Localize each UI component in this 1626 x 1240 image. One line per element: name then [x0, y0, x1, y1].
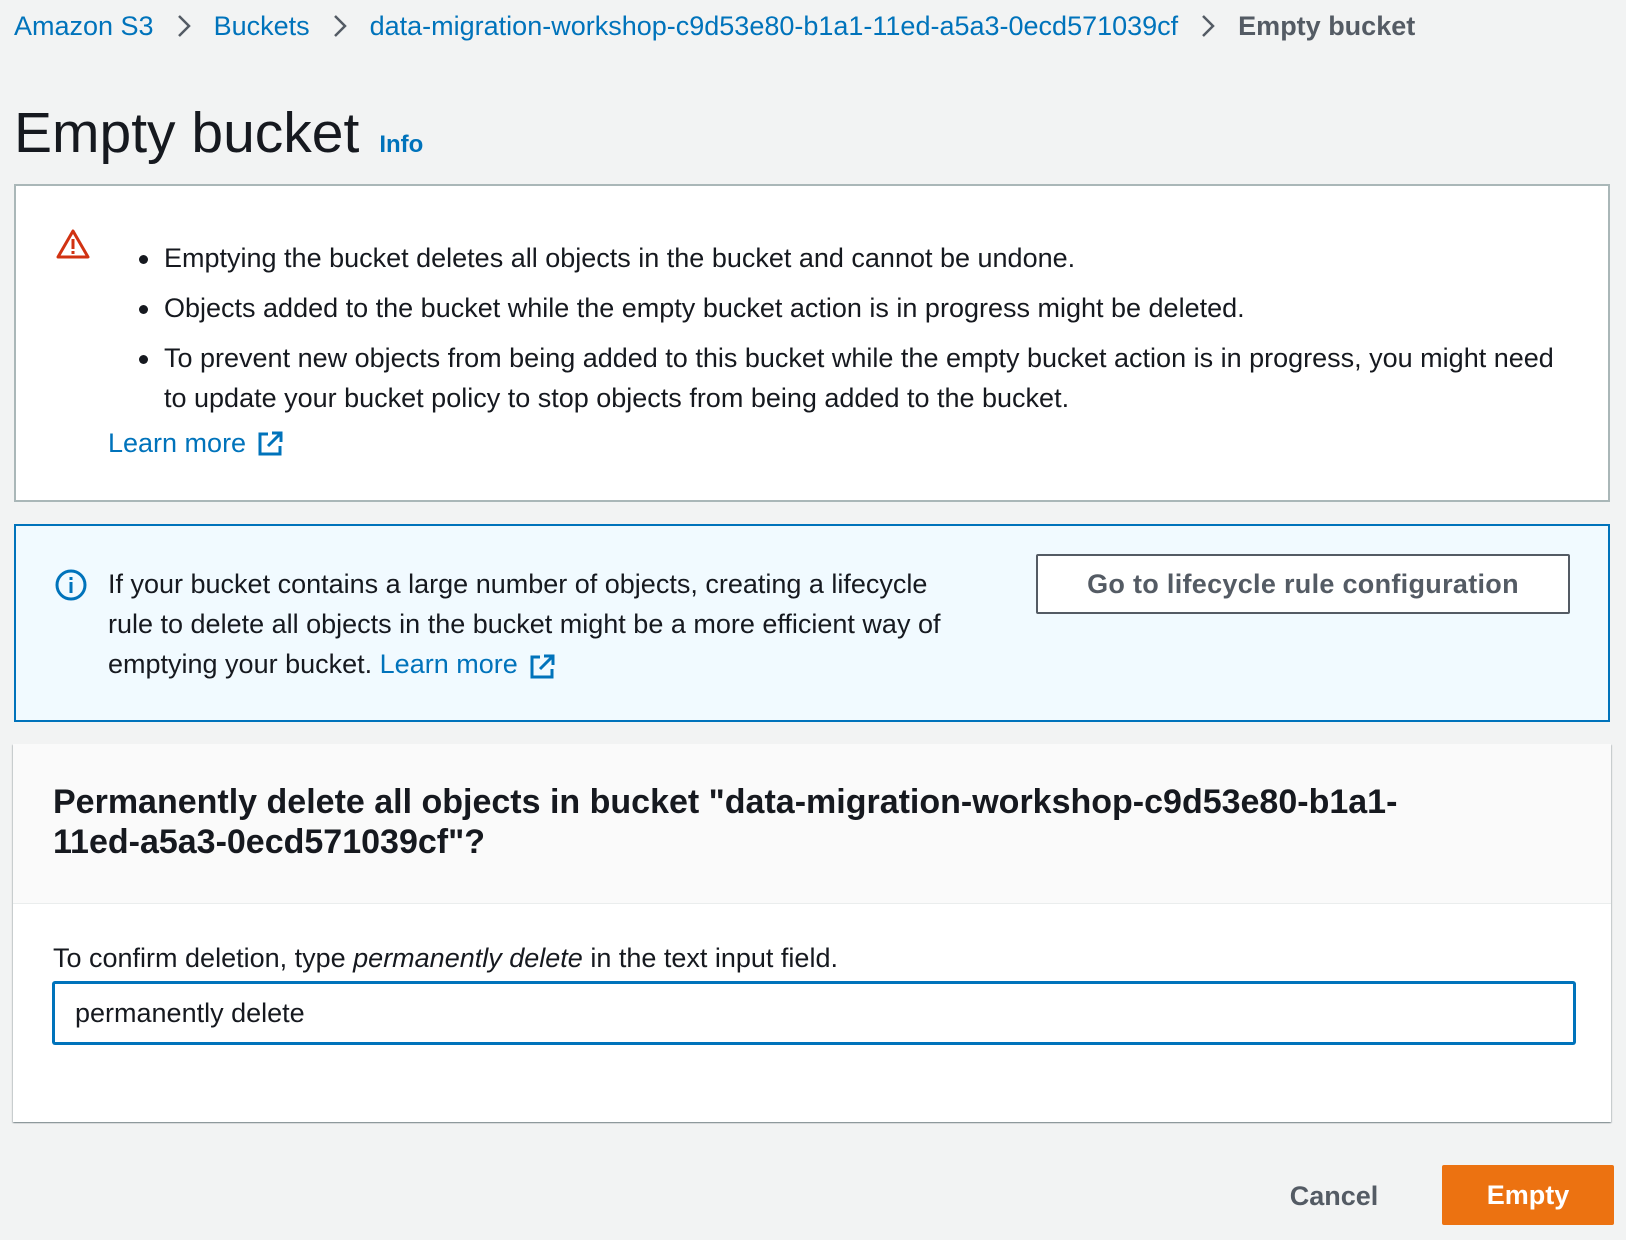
instruction-keyword: permanently delete: [353, 943, 583, 973]
warning-item: Objects added to the bucket while the em…: [136, 288, 1576, 328]
info-alert: If your bucket contains a large number o…: [14, 524, 1610, 722]
breadcrumb-current: Empty bucket: [1238, 10, 1416, 41]
external-link-icon: [528, 652, 556, 680]
instruction-suffix: in the text input field.: [582, 943, 838, 973]
warning-item: Emptying the bucket deletes all objects …: [136, 238, 1576, 278]
chevron-right-icon: [310, 14, 370, 38]
info-link[interactable]: Info: [379, 131, 423, 159]
confirm-deletion-input[interactable]: [53, 982, 1575, 1044]
info-circle-icon: [54, 568, 88, 602]
warning-triangle-icon: [56, 228, 90, 260]
breadcrumb-bucket-name[interactable]: data-migration-workshop-c9d53e80-b1a1-11…: [370, 11, 1179, 42]
learn-more-link[interactable]: Learn more: [380, 649, 556, 679]
confirm-panel: Permanently delete all objects in bucket…: [13, 744, 1611, 1122]
confirm-instruction: To confirm deletion, type permanently de…: [53, 938, 838, 978]
learn-more-label: Learn more: [379, 649, 518, 679]
warning-alert: Emptying the bucket deletes all objects …: [14, 184, 1610, 502]
info-text: If your bucket contains a large number o…: [108, 564, 978, 684]
confirm-header: Permanently delete all objects in bucket…: [13, 744, 1611, 904]
instruction-prefix: To confirm deletion, type: [53, 943, 354, 973]
chevron-right-icon: [1178, 14, 1238, 38]
lifecycle-rule-button[interactable]: Go to lifecycle rule configuration: [1036, 554, 1570, 614]
chevron-right-icon: [154, 14, 214, 38]
warning-list: Emptying the bucket deletes all objects …: [136, 238, 1576, 428]
cancel-button[interactable]: Cancel: [1264, 1166, 1404, 1226]
breadcrumb: Amazon S3 Buckets data-migration-worksho…: [14, 6, 1415, 46]
empty-button[interactable]: Empty: [1442, 1165, 1614, 1225]
external-link-icon: [256, 430, 284, 458]
confirm-heading: Permanently delete all objects in bucket…: [53, 783, 1398, 861]
breadcrumb-buckets[interactable]: Buckets: [214, 11, 310, 42]
learn-more-link[interactable]: Learn more: [108, 428, 284, 459]
breadcrumb-amazon-s3[interactable]: Amazon S3: [14, 11, 154, 42]
page-title: Empty bucket: [14, 101, 360, 165]
page-header: Empty bucket Info: [14, 100, 423, 166]
warning-item: To prevent new objects from being added …: [136, 338, 1576, 418]
learn-more-label: Learn more: [108, 428, 247, 458]
